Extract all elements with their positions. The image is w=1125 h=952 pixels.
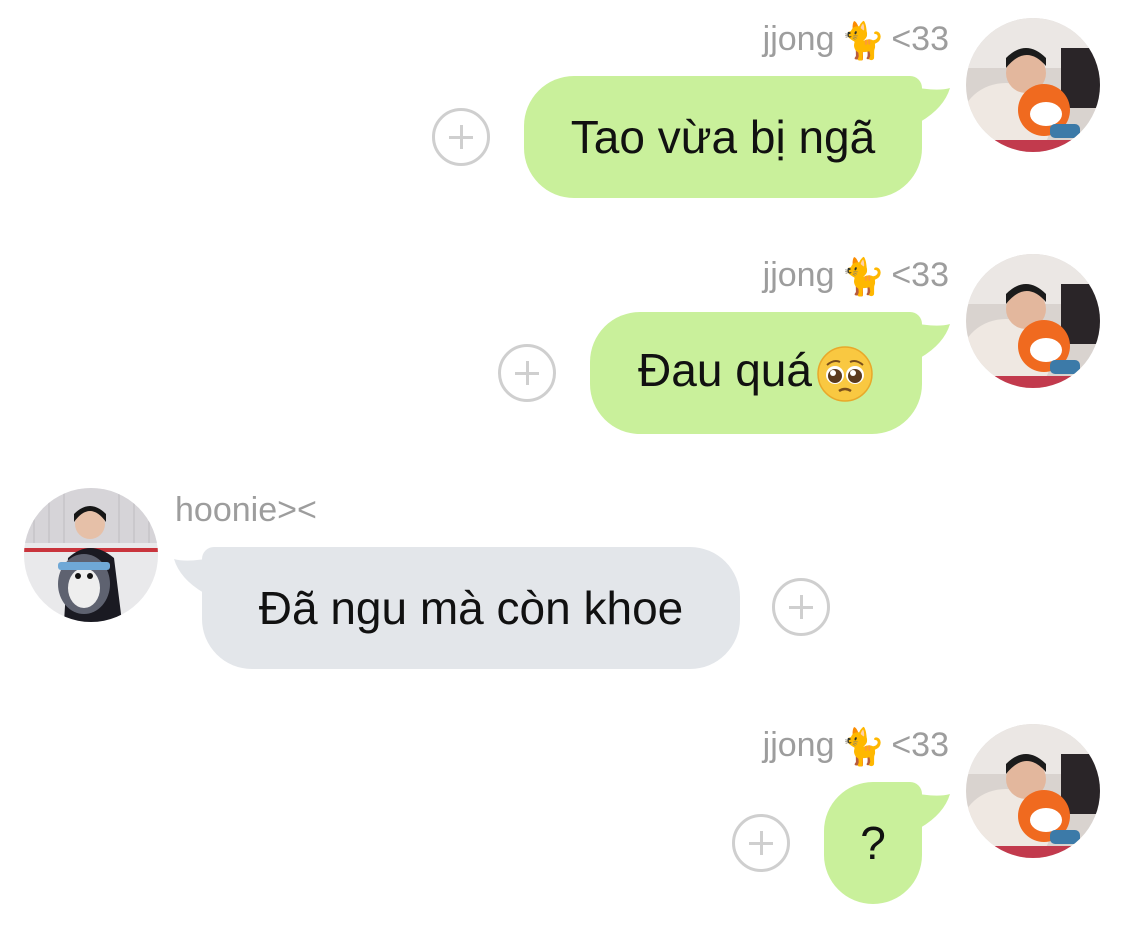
add-reaction-button[interactable] (432, 108, 490, 166)
add-reaction-button[interactable] (498, 344, 556, 402)
sender-name: jjong 🐈 <33 (762, 20, 949, 61)
bubble-tail (908, 86, 950, 122)
avatar-photo (966, 18, 1100, 152)
avatar[interactable] (966, 724, 1100, 858)
bubble-tail (908, 792, 950, 828)
avatar-photo (966, 724, 1100, 858)
avatar[interactable] (966, 254, 1100, 388)
message-bubble[interactable]: Tao vừa bị ngã (524, 76, 950, 198)
black-cat-icon: 🐈 (840, 256, 886, 297)
add-reaction-button[interactable] (772, 578, 830, 636)
avatar-photo (24, 488, 158, 622)
message-bubble[interactable]: Đau quá (590, 312, 950, 434)
bubble-tail (908, 322, 950, 358)
add-reaction-button[interactable] (732, 814, 790, 872)
black-cat-icon: 🐈 (840, 20, 886, 61)
sender-name: hoonie>< (175, 491, 317, 529)
avatar[interactable] (966, 18, 1100, 152)
avatar[interactable] (24, 488, 158, 622)
pleading-face-icon (817, 346, 873, 402)
message-bubble[interactable]: ? (824, 782, 950, 904)
bubble-tail (174, 557, 216, 593)
sender-name: jjong 🐈 <33 (762, 256, 949, 297)
message-bubble[interactable]: Đã ngu mà còn khoe (174, 547, 740, 669)
avatar-photo (966, 254, 1100, 388)
sender-name: jjong 🐈 <33 (762, 726, 949, 767)
black-cat-icon: 🐈 (840, 726, 886, 767)
